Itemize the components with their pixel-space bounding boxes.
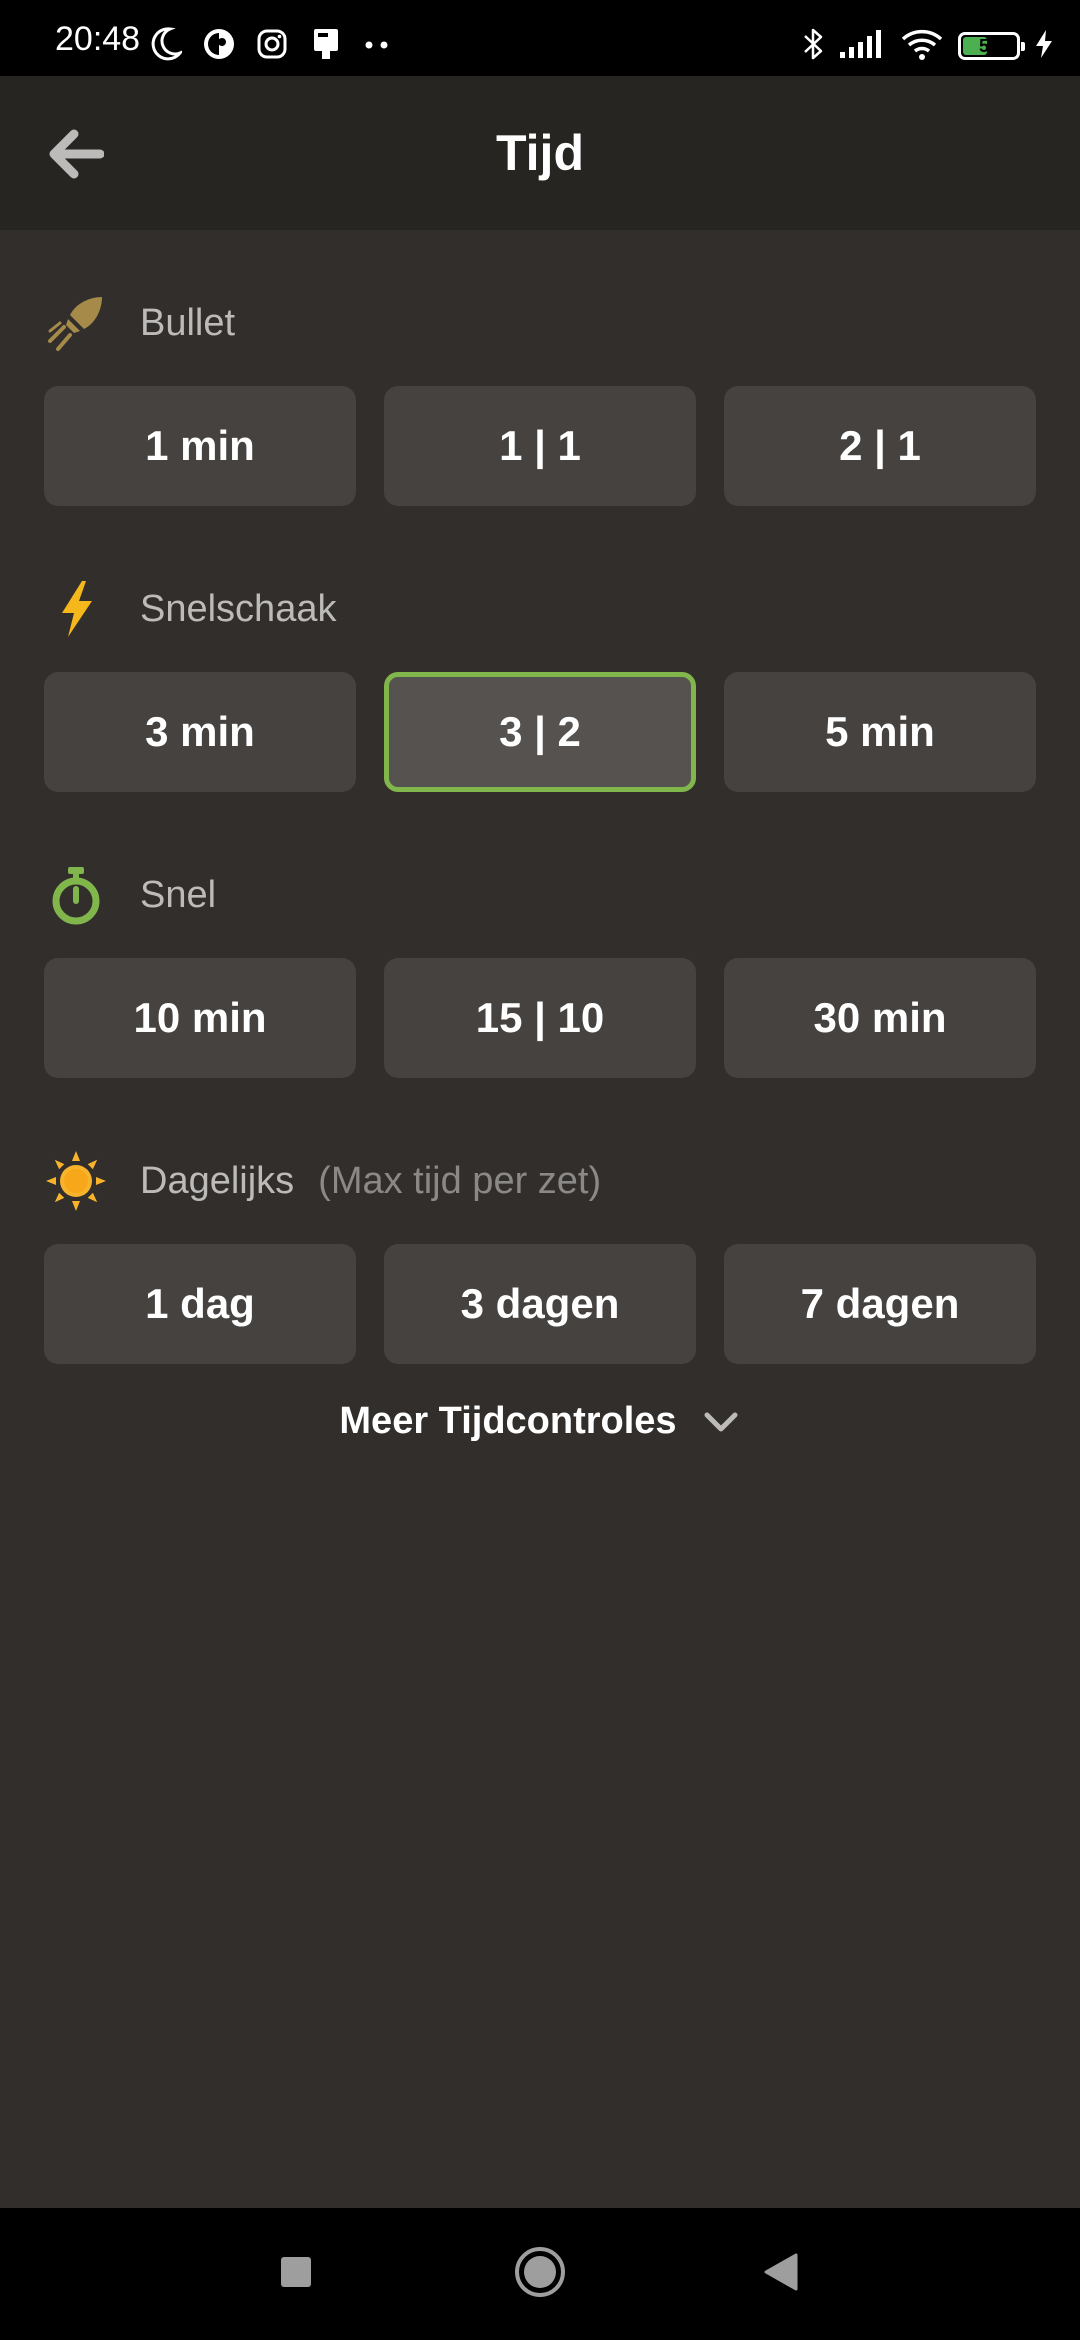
section-header: Dagelijks (Max tijd per zet) — [44, 1146, 601, 1216]
section-label: Bullet — [140, 301, 236, 344]
section-label: Dagelijks — [140, 1159, 295, 1202]
bullet-icon — [44, 291, 108, 355]
time-option-button-selected[interactable]: 3 | 2 — [384, 672, 696, 792]
triangle-back-icon — [762, 2252, 798, 2297]
wifi-icon — [900, 27, 944, 66]
section-header: Snelschaak — [44, 574, 336, 644]
circle-home-icon — [513, 2245, 567, 2304]
time-option-button[interactable]: 7 dagen — [724, 1244, 1036, 1364]
system-navigation-bar — [0, 2208, 1080, 2340]
instagram-icon — [256, 28, 288, 65]
chevron-down-icon — [701, 1402, 741, 1442]
app-bar: Tijd — [0, 76, 1080, 230]
status-bar: 20:48 50 — [0, 0, 1080, 76]
battery-nub — [1021, 42, 1025, 51]
time-option-button[interactable]: 5 min — [724, 672, 1036, 792]
battery-level-text: 50 — [978, 35, 1000, 56]
section-note: (Max tijd per zet) — [318, 1159, 602, 1202]
button-row: 1 dag 3 dagen 7 dagen — [44, 1244, 1036, 1364]
section-label: Snelschaak — [140, 587, 337, 630]
page-title: Tijd — [496, 125, 584, 181]
back-nav-button[interactable] — [740, 2234, 820, 2314]
moon-icon — [150, 26, 185, 66]
time-option-button[interactable]: 10 min — [44, 958, 356, 1078]
time-option-button[interactable]: 3 min — [44, 672, 356, 792]
charging-icon — [1034, 29, 1054, 64]
time-option-button[interactable]: 1 | 1 — [384, 386, 696, 506]
more-notifications-icon — [364, 37, 390, 55]
status-system-icons: 50 — [802, 24, 1054, 68]
status-notification-icons — [150, 26, 390, 66]
bluetooth-icon — [802, 26, 824, 67]
time-option-button[interactable]: 1 dag — [44, 1244, 356, 1364]
lightning-icon — [44, 577, 108, 641]
square-icon — [278, 2254, 314, 2295]
section-header: Snel — [44, 860, 216, 930]
section-label: Snel — [140, 873, 217, 916]
device-notification-icon — [308, 27, 344, 66]
button-row: 1 min 1 | 1 2 | 1 — [44, 386, 1036, 506]
sun-icon — [44, 1149, 108, 1213]
button-row: 3 min 3 | 2 5 min — [44, 672, 1036, 792]
home-button[interactable] — [500, 2234, 580, 2314]
status-time: 20:48 — [55, 20, 141, 58]
button-row: 10 min 15 | 10 30 min — [44, 958, 1036, 1078]
time-option-button[interactable]: 1 min — [44, 386, 356, 506]
section-header: Bullet — [44, 288, 235, 358]
battery-icon: 50 — [958, 32, 1025, 60]
more-time-controls-label: Meer Tijdcontroles — [339, 1400, 677, 1442]
recent-apps-button[interactable] — [256, 2234, 336, 2314]
time-option-button[interactable]: 3 dagen — [384, 1244, 696, 1364]
more-time-controls-button[interactable]: Meer Tijdcontroles — [0, 1400, 1080, 1443]
time-option-button[interactable]: 15 | 10 — [384, 958, 696, 1078]
stopwatch-icon — [44, 863, 108, 927]
app-notification-icon — [202, 27, 236, 66]
time-option-button[interactable]: 30 min — [724, 958, 1036, 1078]
signal-icon — [838, 28, 886, 65]
time-option-button[interactable]: 2 | 1 — [724, 386, 1036, 506]
